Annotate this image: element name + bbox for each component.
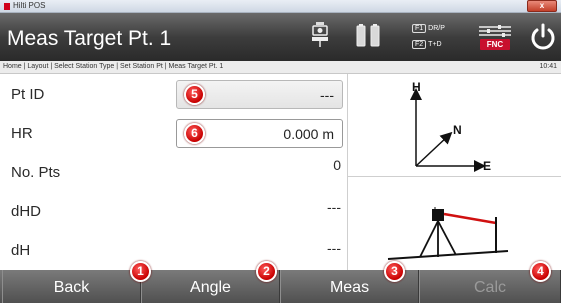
power-icon[interactable] [530, 23, 556, 51]
settings-sliders-icon[interactable] [478, 24, 512, 38]
f2-key-function: T+D [428, 41, 442, 48]
callout-badge-6: 6 [184, 123, 205, 144]
back-button[interactable]: Back [2, 270, 141, 303]
hr-value: 0.000 m [283, 126, 334, 142]
callout-badge-3: 3 [384, 261, 405, 282]
instrument-head-icon [432, 209, 444, 221]
ground-line [387, 250, 509, 260]
no-pts-label: No. Pts [11, 164, 61, 181]
window-title: Hilti POS [13, 1, 46, 10]
pt-id-value: --- [320, 87, 334, 103]
measurement-ray [443, 212, 497, 225]
dh-label: dH [11, 242, 31, 259]
dh-value: --- [327, 240, 341, 256]
clock: 10:41 [539, 63, 557, 70]
row-hr: HR 0.000 m 6 [0, 113, 347, 152]
window-titlebar: Hilti POS x [0, 0, 561, 13]
softkey-bar: Back Angle Meas Calc [0, 270, 561, 303]
no-pts-value: 0 [333, 157, 341, 173]
f2-key[interactable]: F2 T+D [412, 40, 442, 49]
row-no-pts: No. Pts 0 [0, 152, 347, 191]
app-logo-icon [4, 3, 10, 10]
dhd-value: --- [327, 199, 341, 215]
close-button[interactable]: x [527, 0, 557, 12]
callout-badge-5: 5 [184, 84, 205, 105]
measurement-form: Pt ID --- 5 HR 0.000 m 6 No. Pts 0 dHD -… [0, 74, 347, 270]
coordinate-axes-diagram: H N E [410, 80, 491, 173]
page-header: Meas Target Pt. 1 F1 DR/P F2 T+D FNC [0, 13, 561, 61]
station-target-diagram [387, 207, 509, 260]
page-title: Meas Target Pt. 1 [7, 27, 172, 50]
dhd-label: dHD [11, 203, 42, 220]
f1-key[interactable]: F1 DR/P [412, 24, 445, 33]
callout-badge-4: 4 [530, 261, 551, 282]
fnc-button[interactable]: FNC [480, 39, 510, 50]
callout-badge-1: 1 [130, 261, 151, 282]
breadcrumb-path[interactable]: Home | Layout | Select Station Type | Se… [3, 63, 223, 70]
row-dh: dH --- [0, 230, 347, 269]
n-axis-arrow [415, 131, 453, 167]
f1-key-function: DR/P [428, 25, 445, 32]
f2-key-label: F2 [412, 40, 427, 49]
callout-badge-2: 2 [256, 261, 277, 282]
back-button-label: Back [53, 279, 90, 296]
total-station-icon[interactable] [310, 21, 330, 49]
breadcrumb: Home | Layout | Select Station Type | Se… [0, 61, 561, 74]
h-axis-label: H [412, 80, 421, 94]
n-axis-label: N [453, 123, 462, 137]
hr-label: HR [11, 125, 33, 142]
diagram-panel: H N E [347, 74, 561, 270]
meas-button-label: Meas [329, 279, 370, 296]
pt-id-label: Pt ID [11, 86, 45, 103]
row-pt-id: Pt ID --- 5 [0, 74, 347, 113]
f1-key-label: F1 [412, 24, 427, 33]
angle-button-label: Angle [190, 279, 231, 296]
row-dhd: dHD --- [0, 191, 347, 230]
app-window: Hilti POS x Meas Target Pt. 1 F1 DR/P F2 T… [0, 0, 561, 303]
e-axis-label: E [483, 159, 491, 173]
battery-icon[interactable] [356, 23, 380, 47]
